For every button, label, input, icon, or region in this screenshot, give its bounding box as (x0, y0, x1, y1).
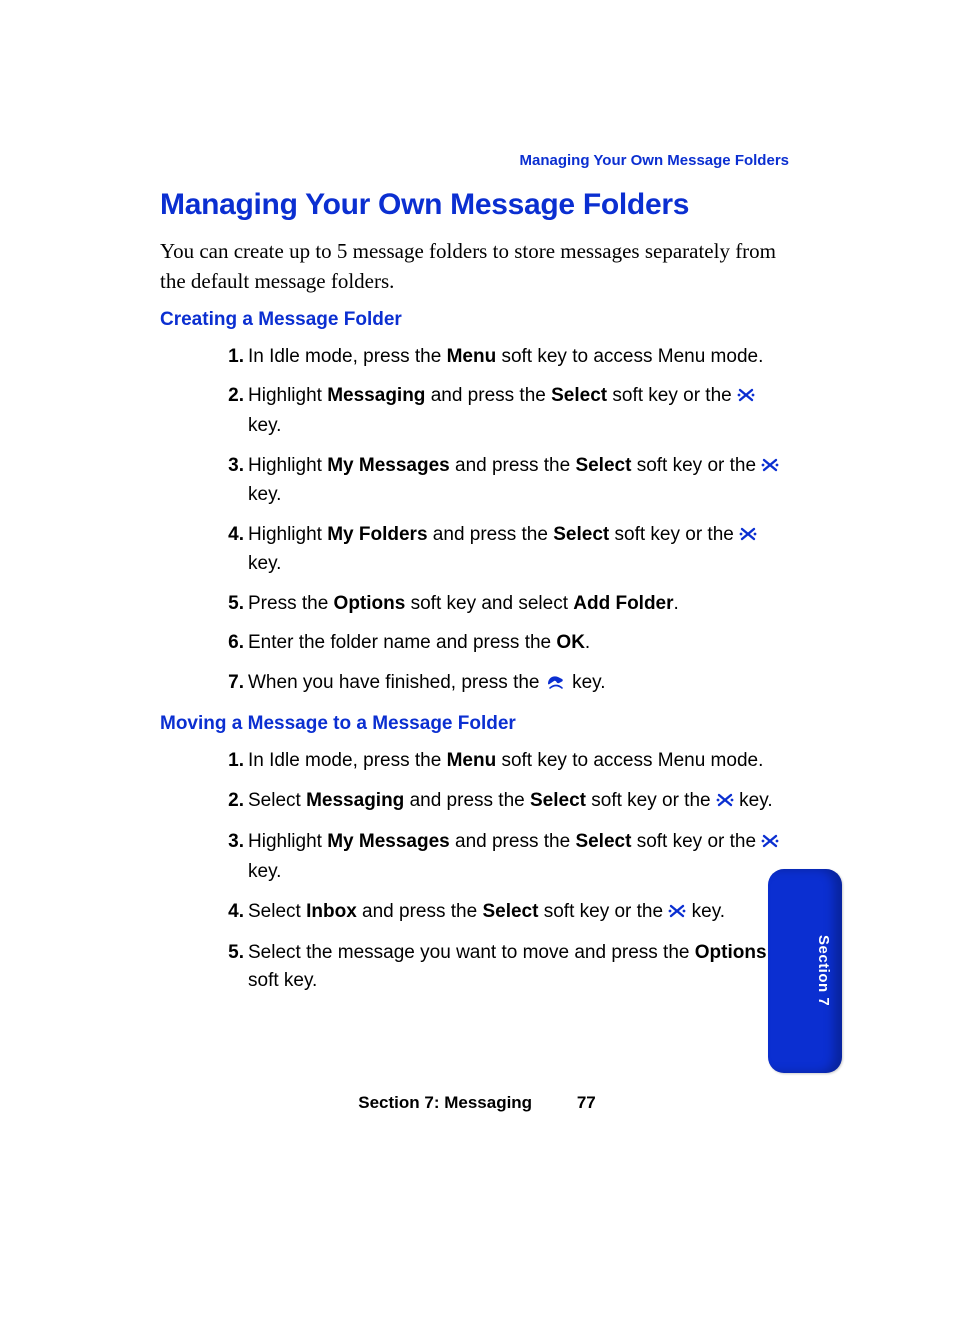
bold-term: Select (551, 385, 607, 406)
step-number: 5. (218, 939, 244, 967)
step-item: 4.Select Inbox and press the Select soft… (218, 898, 780, 928)
confirm-key-icon (737, 384, 755, 412)
bold-term: Messaging (306, 790, 404, 811)
bold-term: Options (334, 593, 406, 614)
bold-term: Select (482, 901, 538, 922)
end-key-icon (545, 672, 567, 700)
step-number: 5. (218, 590, 244, 618)
steps-creating: 1.In Idle mode, press the Menu soft key … (160, 343, 780, 699)
confirm-key-icon (739, 523, 757, 551)
page-footer: Section 7: Messaging 77 (0, 1093, 954, 1113)
step-item: 1.In Idle mode, press the Menu soft key … (218, 747, 780, 775)
bold-term: Inbox (306, 901, 357, 922)
confirm-key-icon (716, 789, 734, 817)
subheading-creating: Creating a Message Folder (160, 309, 780, 331)
step-item: 2.Highlight Messaging and press the Sele… (218, 382, 780, 439)
section-tab-label: Section 7 (815, 935, 832, 1006)
step-item: 2.Select Messaging and press the Select … (218, 787, 780, 817)
step-item: 1.In Idle mode, press the Menu soft key … (218, 343, 780, 371)
subheading-moving: Moving a Message to a Message Folder (160, 713, 780, 735)
step-number: 2. (218, 787, 244, 815)
step-item: 3.Highlight My Messages and press the Se… (218, 828, 780, 885)
intro-paragraph: You can create up to 5 message folders t… (160, 236, 780, 297)
step-number: 1. (218, 343, 244, 371)
page-content: Managing Your Own Message Folders You ca… (160, 188, 780, 1008)
bold-term: OK (556, 632, 585, 653)
step-item: 7.When you have finished, press the key. (218, 669, 780, 700)
header-breadcrumb: Managing Your Own Message Folders (520, 152, 790, 169)
bold-term: Messaging (327, 385, 425, 406)
step-item: 4.Highlight My Folders and press the Sel… (218, 521, 780, 578)
bold-term: Select (553, 524, 609, 545)
footer-page-number: 77 (577, 1093, 596, 1113)
step-number: 2. (218, 382, 244, 410)
step-item: 5.Select the message you want to move an… (218, 939, 780, 994)
bold-term: Options (695, 942, 767, 963)
footer-section: Section 7: Messaging (358, 1093, 532, 1113)
bold-term: Select (530, 790, 586, 811)
step-number: 4. (218, 521, 244, 549)
bold-term: My Messages (327, 455, 450, 476)
confirm-key-icon (761, 454, 779, 482)
confirm-key-icon (761, 830, 779, 858)
step-item: 3.Highlight My Messages and press the Se… (218, 452, 780, 509)
page-title: Managing Your Own Message Folders (160, 188, 780, 222)
confirm-key-icon (668, 900, 686, 928)
step-number: 3. (218, 452, 244, 480)
step-number: 1. (218, 747, 244, 775)
bold-term: Select (575, 831, 631, 852)
step-number: 3. (218, 828, 244, 856)
step-number: 7. (218, 669, 244, 697)
document-page: Managing Your Own Message Folders Managi… (0, 0, 954, 1319)
bold-term: My Folders (327, 524, 427, 545)
step-item: 6.Enter the folder name and press the OK… (218, 629, 780, 657)
step-item: 5.Press the Options soft key and select … (218, 590, 780, 618)
bold-term: Menu (447, 750, 497, 771)
steps-moving: 1.In Idle mode, press the Menu soft key … (160, 747, 780, 994)
section-tab: Section 7 (768, 869, 842, 1073)
step-number: 6. (218, 629, 244, 657)
bold-term: Select (575, 455, 631, 476)
step-number: 4. (218, 898, 244, 926)
bold-term: Menu (447, 346, 497, 367)
bold-term: Add Folder (573, 593, 673, 614)
bold-term: My Messages (327, 831, 450, 852)
